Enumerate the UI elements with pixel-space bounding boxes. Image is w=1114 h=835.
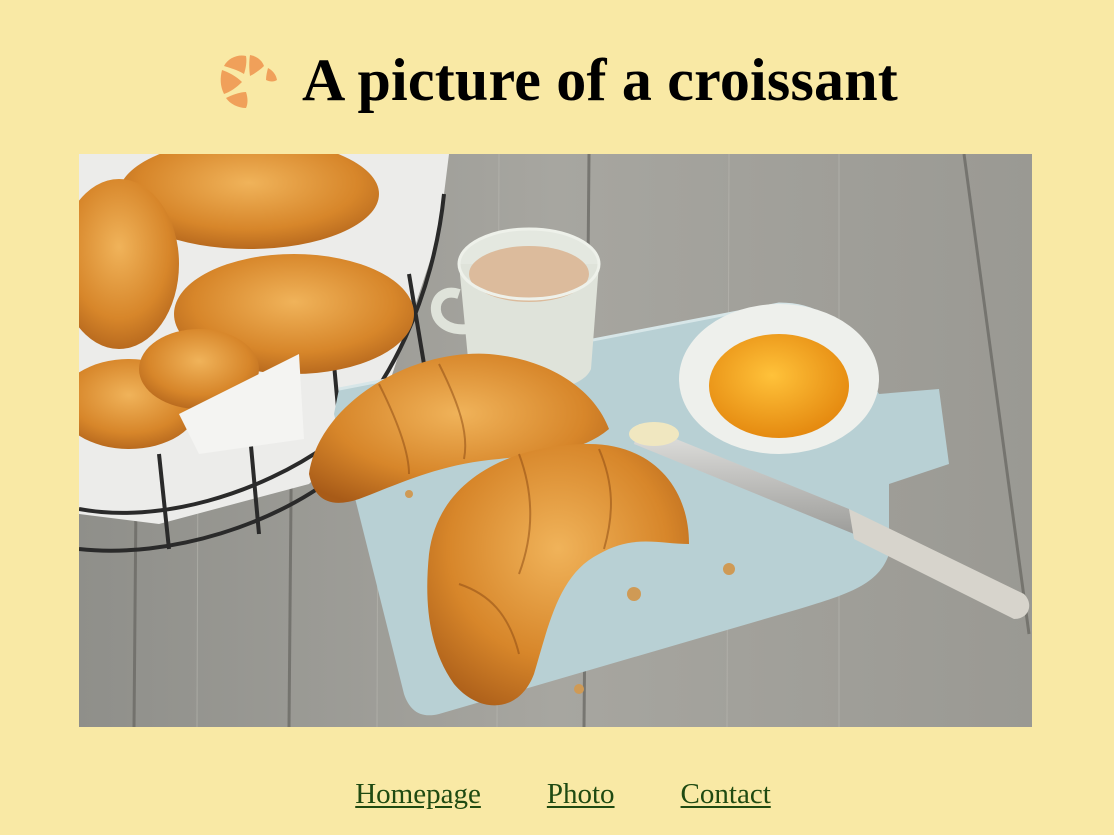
page-title: A picture of a croissant — [302, 47, 898, 113]
main-nav: Homepage Photo Contact — [0, 778, 1114, 811]
croissant-photo — [79, 154, 1032, 727]
nav-link-homepage[interactable]: Homepage — [355, 778, 481, 811]
page-header: A picture of a croissant — [0, 38, 1114, 122]
nav-link-contact[interactable]: Contact — [681, 778, 771, 811]
page: A picture of a croissant Homepage Photo … — [0, 0, 1114, 835]
croissant-icon — [220, 55, 278, 108]
nav-link-photo[interactable]: Photo — [547, 778, 615, 811]
